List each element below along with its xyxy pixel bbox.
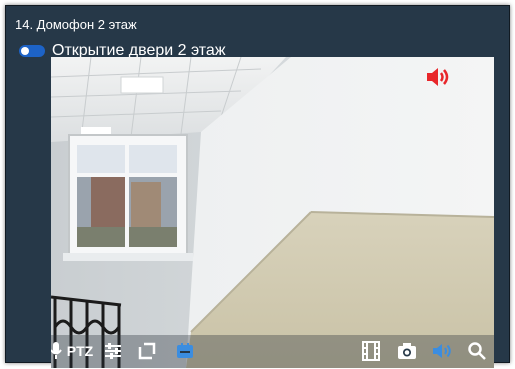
camera-icon[interactable] — [395, 338, 419, 364]
video-frame-image — [51, 57, 494, 368]
settings-sliders-icon[interactable] — [101, 338, 125, 364]
search-icon[interactable] — [465, 338, 489, 364]
volume-icon[interactable] — [429, 338, 455, 364]
archive-icon[interactable] — [173, 338, 197, 364]
film-icon[interactable] — [359, 338, 383, 364]
camera-title: 14. Домофон 2 этаж — [15, 17, 137, 32]
video-feed[interactable]: PTZ — [51, 57, 494, 368]
video-toolbar: PTZ — [51, 334, 494, 368]
frame-icon[interactable] — [135, 338, 159, 364]
ptz-button[interactable]: PTZ — [65, 338, 95, 364]
door-toggle[interactable] — [19, 45, 45, 57]
toggle-knob — [21, 47, 29, 55]
volume-icon[interactable] — [423, 65, 451, 89]
